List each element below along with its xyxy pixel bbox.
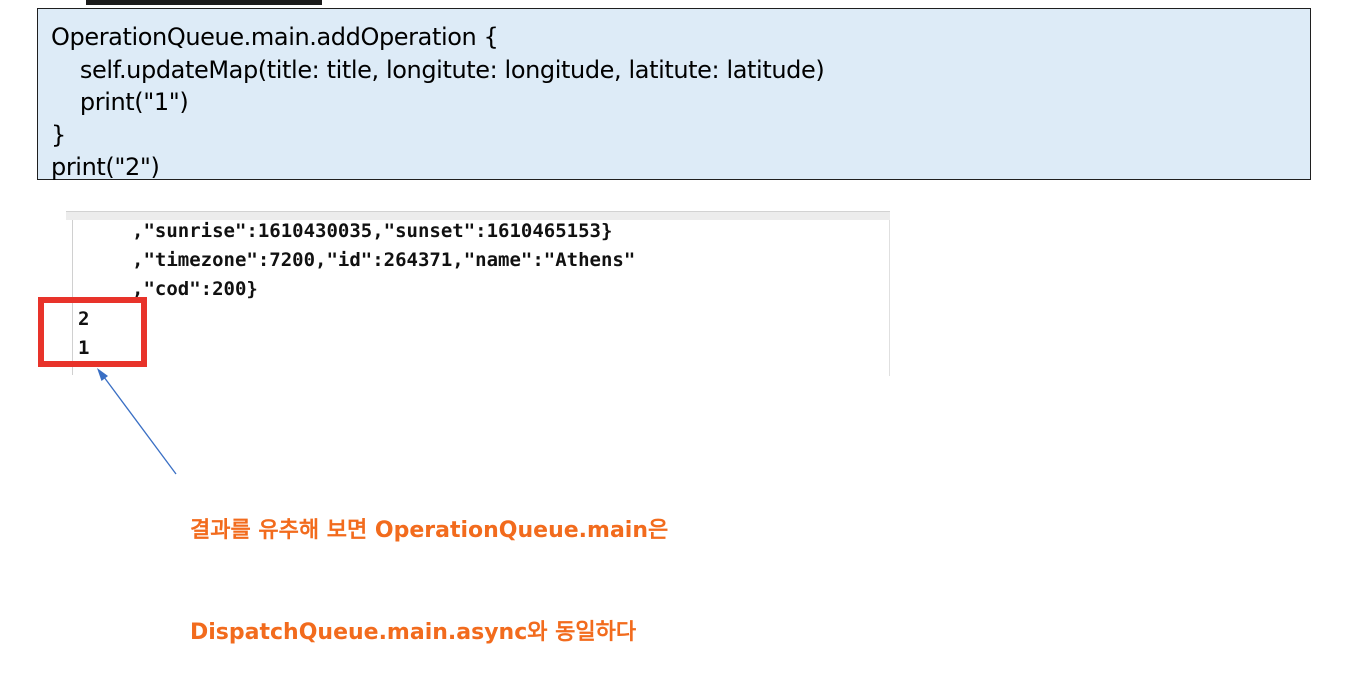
console-line: ,"cod":200} (132, 278, 258, 300)
console-line: ,"timezone":7200,"id":264371,"name":"Ath… (132, 249, 636, 271)
cropped-heading-fragment (86, 0, 322, 5)
console-line: ,"sunrise":1610430035,"sunset":161046515… (132, 220, 613, 242)
console-right-edge (889, 220, 890, 376)
annotation-line-2: DispatchQueue.main.async와 동일하다 (190, 620, 637, 645)
code-line: print("1") (51, 88, 189, 116)
code-snippet-box: OperationQueue.main.addOperation { self.… (37, 8, 1311, 181)
code-line: OperationQueue.main.addOperation { (51, 23, 499, 51)
code-line: print("2") (51, 153, 160, 181)
annotation-text: 결과를 유추해 보면 OperationQueue.main은 Dispatch… (190, 446, 668, 684)
code-line: self.updateMap(title: title, longitute: … (51, 55, 825, 84)
annotation-line-1: 결과를 유추해 보면 OperationQueue.main은 (190, 518, 669, 543)
arrow-shaft (100, 372, 177, 475)
code-line: } (51, 120, 66, 149)
console-output-panel: ,"sunrise":1610430035,"sunset":161046515… (66, 211, 890, 376)
output-highlight-box (38, 297, 147, 367)
top-edge-strip (0, 0, 1352, 6)
